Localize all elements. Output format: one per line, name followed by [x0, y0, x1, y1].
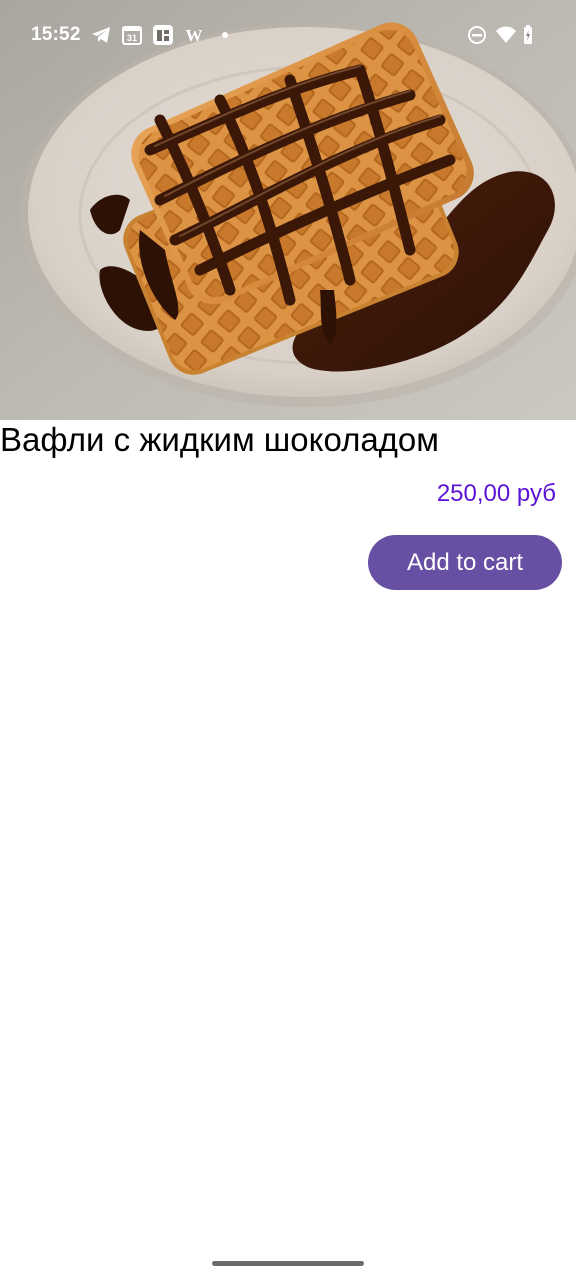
status-bar: 15:52 31 W	[0, 0, 576, 70]
do-not-disturb-icon	[466, 24, 488, 46]
notification-dot-icon	[214, 24, 236, 46]
calendar-icon: 31	[121, 24, 143, 46]
product-title: Вафли с жидким шоколадом	[0, 421, 439, 458]
wifi-icon	[495, 24, 517, 46]
calendar-day: 31	[127, 33, 137, 43]
home-gesture-bar[interactable]	[212, 1261, 364, 1266]
news-app-icon	[152, 24, 174, 46]
battery-charging-icon	[520, 24, 542, 46]
telegram-icon	[90, 24, 112, 46]
product-price: 250,00 руб	[436, 480, 556, 507]
status-time: 15:52	[31, 24, 81, 45]
wikipedia-letter: W	[186, 26, 203, 45]
wikipedia-icon: W	[183, 24, 205, 46]
add-to-cart-button[interactable]: Add to cart	[368, 535, 562, 590]
